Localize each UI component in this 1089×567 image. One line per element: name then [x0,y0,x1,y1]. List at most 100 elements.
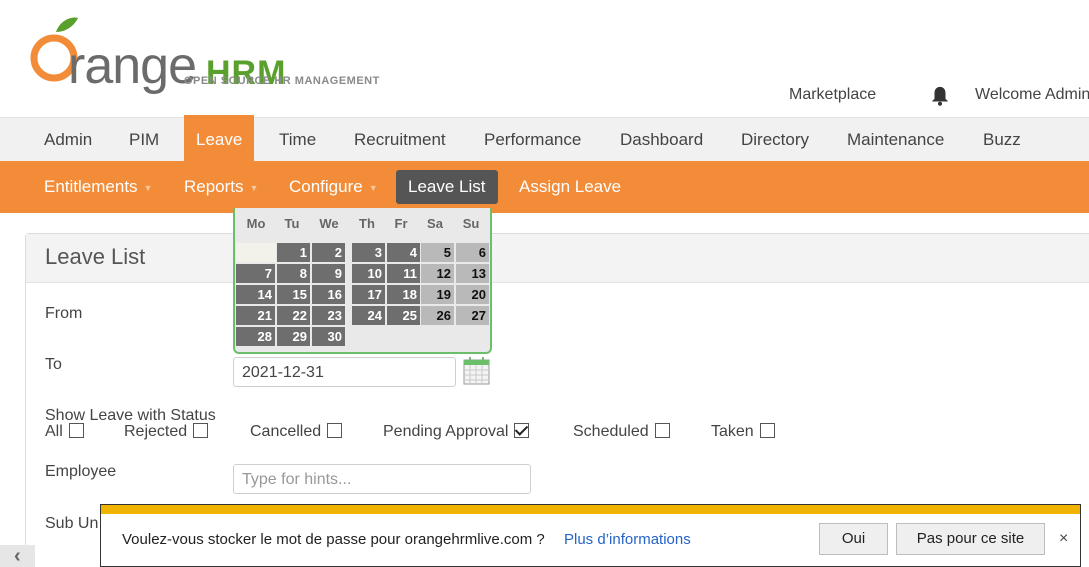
subnav-configure[interactable]: Configure ▼ [277,170,390,204]
close-icon[interactable]: × [1059,530,1068,548]
datepicker-day-13[interactable]: 13 [456,264,489,283]
notification-bell-icon[interactable] [929,85,951,107]
subnav-entitlements[interactable]: Entitlements ▼ [32,170,164,204]
weekday-sa: Sa [427,216,443,231]
sub-unit-label: Sub Un [45,515,99,532]
datepicker-day-16[interactable]: 16 [312,285,345,304]
datepicker-day-4[interactable]: 4 [387,243,420,262]
nav-maintenance[interactable]: Maintenance [837,118,954,162]
status-all-label: All [45,423,63,440]
weekday-su: Su [462,216,480,231]
datepicker-day-5[interactable]: 5 [421,243,454,262]
datepicker-day-20[interactable]: 20 [456,285,489,304]
datepicker-day-6[interactable]: 6 [456,243,489,262]
status-rejected-checkbox[interactable] [193,423,209,438]
from-label: From [45,305,83,322]
status-taken[interactable]: Taken [711,423,775,441]
nav-admin[interactable]: Admin [34,118,102,162]
subnav-reports-label: Reports [184,177,244,196]
weekday-th: Th [359,216,375,231]
page-title: Leave List [45,244,146,269]
password-bar-accent [101,505,1080,514]
datepicker-day-27[interactable]: 27 [456,306,489,325]
status-pending-approval-checkbox[interactable] [514,423,530,438]
status-scheduled-checkbox[interactable] [654,423,670,438]
status-taken-label: Taken [711,423,754,440]
datepicker-day-29[interactable]: 29 [277,327,310,346]
datepicker-day-9[interactable]: 9 [312,264,345,283]
datepicker-day-3[interactable]: 3 [352,243,385,262]
datepicker-day-24[interactable]: 24 [352,306,385,325]
nav-time[interactable]: Time [269,118,326,162]
datepicker-day-23[interactable]: 23 [312,306,345,325]
orangehrm-logo[interactable]: range HRM OPEN SOURCE HR MANAGEMENT [30,14,390,95]
logo-tagline: OPEN SOURCE HR MANAGEMENT [184,75,380,87]
status-all-checkbox[interactable] [68,423,84,438]
password-save-bar: Voulez-vous stocker le mot de passe pour… [100,504,1081,567]
chevron-down-icon: ▼ [249,182,259,193]
datepicker-day-12[interactable]: 12 [421,264,454,283]
subnav-assign-leave[interactable]: Assign Leave [507,170,633,204]
datepicker-day-2[interactable]: 2 [312,243,345,262]
horizontal-scrollbar-left[interactable]: ‹ [0,545,35,567]
weekday-tu: Tu [284,216,300,231]
datepicker-day-21[interactable]: 21 [236,306,275,325]
datepicker-day-14[interactable]: 14 [236,285,275,304]
status-cancelled-checkbox[interactable] [327,423,343,438]
datepicker-day-25[interactable]: 25 [387,306,420,325]
status-taken-checkbox[interactable] [759,423,775,438]
datepicker-day-22[interactable]: 22 [277,306,310,325]
datepicker-weekday-header: Mo Tu We Th Fr Sa Su [235,216,490,236]
panel-header: Leave List [26,234,1089,283]
nav-buzz[interactable]: Buzz [973,118,1031,162]
subnav-leave-list[interactable]: Leave List [396,170,498,204]
datepicker-day-18[interactable]: 18 [387,285,420,304]
employee-input[interactable]: Type for hints... [233,464,531,494]
nav-leave[interactable]: Leave [184,115,255,162]
datepicker-day-26[interactable]: 26 [421,306,454,325]
status-scheduled[interactable]: Scheduled [573,423,670,441]
subnav-reports[interactable]: Reports ▼ [172,170,270,204]
chevron-down-icon: ▼ [143,182,153,193]
datepicker-day-7[interactable]: 7 [236,264,275,283]
datepicker-day-8[interactable]: 8 [277,264,310,283]
calendar-icon[interactable] [463,356,490,385]
logo-hrm: HRM [206,54,287,92]
datepicker-day-15[interactable]: 15 [277,285,310,304]
status-all[interactable]: All [45,423,84,441]
yes-button[interactable]: Oui [819,523,888,555]
datepicker-day-10[interactable]: 10 [352,264,385,283]
nav-directory[interactable]: Directory [731,118,819,162]
welcome-user-menu[interactable]: Welcome Admin [975,86,1089,104]
to-date-input[interactable]: 2021-12-31 [233,357,456,387]
weekday-we: We [319,216,339,231]
status-scheduled-label: Scheduled [573,423,649,440]
datepicker-day-1[interactable]: 1 [277,243,310,262]
status-cancelled[interactable]: Cancelled [250,423,343,441]
weekday-fr: Fr [394,216,408,231]
nav-recruitment[interactable]: Recruitment [344,118,456,162]
status-rejected[interactable]: Rejected [124,423,209,441]
datepicker-day-19[interactable]: 19 [421,285,454,304]
subnav-entitlements-label: Entitlements [44,177,138,196]
datepicker-day-11[interactable]: 11 [387,264,420,283]
status-cancelled-label: Cancelled [250,423,322,440]
weekday-mo: Mo [246,216,266,231]
status-rejected-label: Rejected [124,423,188,440]
not-for-this-site-button[interactable]: Pas pour ce site [896,523,1045,555]
datepicker-day-30[interactable]: 30 [312,327,345,346]
marketplace-link[interactable]: Marketplace [789,86,876,104]
more-info-link[interactable]: Plus d’informations [564,531,691,548]
datepicker-day-17[interactable]: 17 [352,285,385,304]
nav-performance[interactable]: Performance [474,118,591,162]
chevron-left-icon: ‹ [14,545,21,567]
password-bar-message: Voulez-vous stocker le mot de passe pour… [122,531,545,548]
logo-wordmark: range [68,37,197,95]
employee-label: Employee [45,463,117,480]
nav-dashboard[interactable]: Dashboard [610,118,713,162]
datepicker-day-28[interactable]: 28 [236,327,275,346]
nav-pim[interactable]: PIM [119,118,169,162]
datepicker-popup: Mo Tu We Th Fr Sa Su 1 2 3 4 5 6 7 8 9 10 11 12 13 14… [233,208,492,354]
status-pending-approval[interactable]: Pending Approval [383,423,530,441]
status-pending-approval-label: Pending Approval [383,423,509,440]
